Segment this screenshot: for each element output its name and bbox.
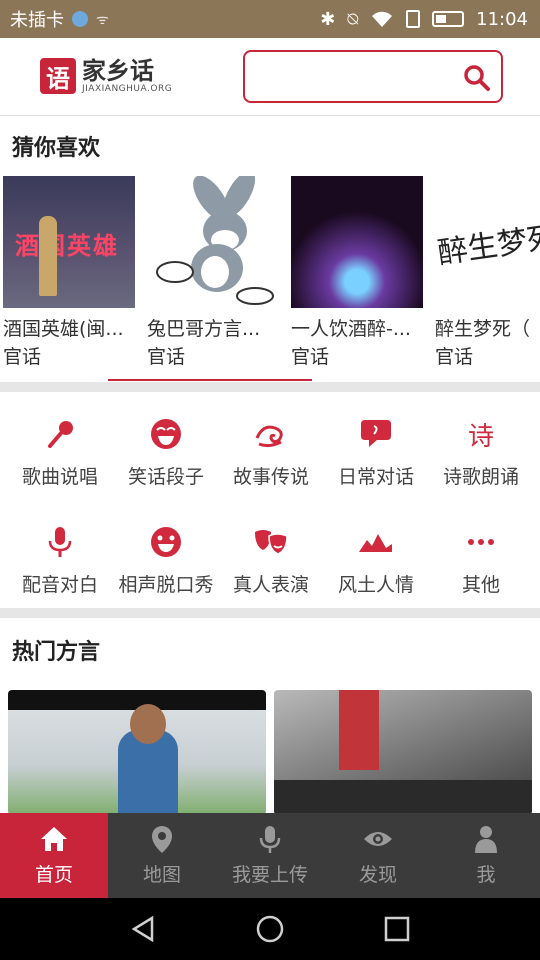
tab-label: 我	[476, 864, 496, 886]
bottom-tab-bar: 首页 地图 我要上传 发现 我	[0, 813, 540, 898]
category-item[interactable]: 其他	[427, 506, 535, 606]
category-item[interactable]: 日常对话	[322, 398, 430, 498]
vibrate-icon: ⍉	[347, 8, 359, 30]
section-divider	[0, 608, 540, 618]
recommend-item[interactable]: 兔巴哥方言... 官话	[147, 176, 281, 372]
category-label: 相声脱口秀	[118, 574, 214, 596]
clock: 11:04	[476, 8, 528, 30]
category-label: 诗歌朗诵	[442, 466, 519, 488]
recommend-item-dialect: 官话	[435, 346, 474, 368]
recommend-item-dialect: 官话	[3, 346, 42, 368]
wifi-icon	[372, 11, 393, 27]
tab-me[interactable]: 我	[432, 813, 540, 898]
recommend-thumbnail	[147, 176, 279, 308]
recommend-item-title: 一人饮酒醉-...	[291, 318, 411, 340]
recommend-title: 猜你喜欢	[12, 136, 101, 161]
tab-label: 首页	[34, 864, 73, 886]
recommend-item-dialect: 官话	[291, 346, 330, 368]
map-pin-icon	[152, 826, 172, 853]
chat-bubble-icon	[361, 420, 391, 447]
category-label: 故事传说	[232, 466, 309, 488]
category-item[interactable]: 真人表演	[217, 506, 325, 606]
recommend-carousel[interactable]: 酒国英雄 酒国英雄(闽... 官话 兔巴哥方言... 官话 一人饮酒醉-... …	[0, 176, 540, 376]
laughing-face-icon	[151, 419, 181, 449]
back-icon[interactable]	[128, 914, 158, 944]
battery-icon	[432, 11, 465, 27]
home-icon	[41, 827, 67, 851]
poem-icon: 诗	[467, 421, 494, 452]
tab-label: 地图	[142, 864, 181, 886]
section-divider	[0, 382, 540, 392]
logo-mark: 语	[40, 58, 76, 94]
recents-icon[interactable]	[382, 914, 412, 944]
tab-home[interactable]: 首页	[0, 813, 108, 898]
category-label: 其他	[461, 574, 500, 596]
category-label: 配音对白	[21, 574, 98, 596]
tab-upload[interactable]: 我要上传	[216, 813, 324, 898]
search-icon[interactable]	[463, 64, 491, 92]
system-nav-bar	[0, 898, 540, 960]
search-input[interactable]	[255, 60, 455, 93]
smile-face-icon	[151, 527, 181, 557]
carrier-label: 未插卡	[10, 10, 64, 31]
bluetooth-icon: ✱	[320, 8, 336, 30]
status-bar: 未插卡 ᯤ ✱ ⍉ 11:04	[0, 0, 540, 38]
category-item[interactable]: 故事传说	[217, 398, 325, 498]
category-item[interactable]: 相声脱口秀	[112, 506, 220, 606]
recommend-thumbnail: 酒国英雄	[3, 176, 135, 308]
carousel-indicator	[108, 379, 312, 381]
recommend-item[interactable]: 醉生梦死 醉生梦死（ 官话	[435, 176, 540, 372]
category-item[interactable]: 风土人情	[322, 506, 430, 606]
recommend-item[interactable]: 一人饮酒醉-... 官话	[291, 176, 425, 372]
sim-icon	[406, 10, 421, 28]
recommend-item-title: 醉生梦死（	[435, 318, 531, 340]
hot-title: 热门方言	[12, 640, 101, 665]
home-button-icon[interactable]	[255, 914, 285, 944]
category-item[interactable]: 笑话段子	[112, 398, 220, 498]
logo-subtitle: JIAXIANGHUA.ORG	[82, 84, 173, 94]
logo[interactable]: 语 家乡话 JIAXIANGHUA.ORG	[40, 58, 172, 94]
thumb-caption: 醉生梦死	[435, 219, 540, 272]
recommend-item-title: 兔巴哥方言...	[147, 318, 261, 340]
recommend-thumbnail: 醉生梦死	[435, 176, 540, 308]
hot-item-thumbnail[interactable]	[274, 690, 532, 815]
tab-label: 我要上传	[231, 864, 308, 886]
hot-item-thumbnail[interactable]	[8, 690, 266, 815]
network-icon	[72, 11, 88, 27]
studio-mic-icon	[48, 527, 72, 557]
tab-discover[interactable]: 发现	[324, 813, 432, 898]
logo-name: 家乡话	[82, 57, 154, 85]
wifi-call-icon: ᯤ	[96, 11, 109, 28]
category-label: 真人表演	[232, 574, 309, 596]
landscape-icon	[359, 534, 392, 552]
category-item[interactable]: 诗 诗歌朗诵	[427, 398, 535, 498]
recommend-item-dialect: 官话	[147, 346, 186, 368]
recommend-item-title: 酒国英雄(闽...	[3, 318, 124, 340]
search-box[interactable]	[243, 50, 503, 103]
category-label: 风土人情	[337, 574, 414, 596]
more-dots-icon	[468, 539, 494, 545]
cloud-swirl-icon	[255, 425, 283, 448]
thumb-caption: 酒国英雄	[15, 232, 119, 260]
user-icon	[475, 826, 497, 853]
category-label: 歌曲说唱	[21, 466, 98, 488]
category-label: 日常对话	[337, 466, 414, 488]
app-header: 语 家乡话 JIAXIANGHUA.ORG	[0, 38, 540, 116]
upload-mic-icon	[259, 826, 281, 853]
recommend-item[interactable]: 酒国英雄 酒国英雄(闽... 官话	[3, 176, 137, 372]
microphone-icon	[48, 421, 73, 448]
tab-label: 发现	[358, 864, 397, 886]
eye-icon	[364, 832, 392, 846]
category-item[interactable]: 配音对白	[6, 506, 114, 606]
tab-map[interactable]: 地图	[108, 813, 216, 898]
category-item[interactable]: 歌曲说唱	[6, 398, 114, 498]
theater-masks-icon	[255, 530, 288, 555]
recommend-thumbnail	[291, 176, 423, 308]
category-label: 笑话段子	[127, 466, 204, 488]
